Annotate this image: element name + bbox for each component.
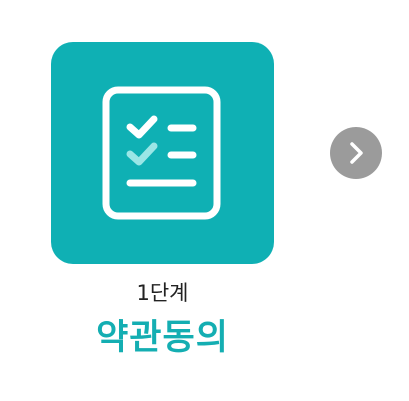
chevron-right-icon [350,142,363,164]
step-number-label: 1단계 [136,281,189,305]
checklist-document-icon [102,86,221,220]
next-step-button[interactable] [330,127,382,179]
step-title: 약관동의 [96,318,229,358]
step-card [51,42,274,264]
